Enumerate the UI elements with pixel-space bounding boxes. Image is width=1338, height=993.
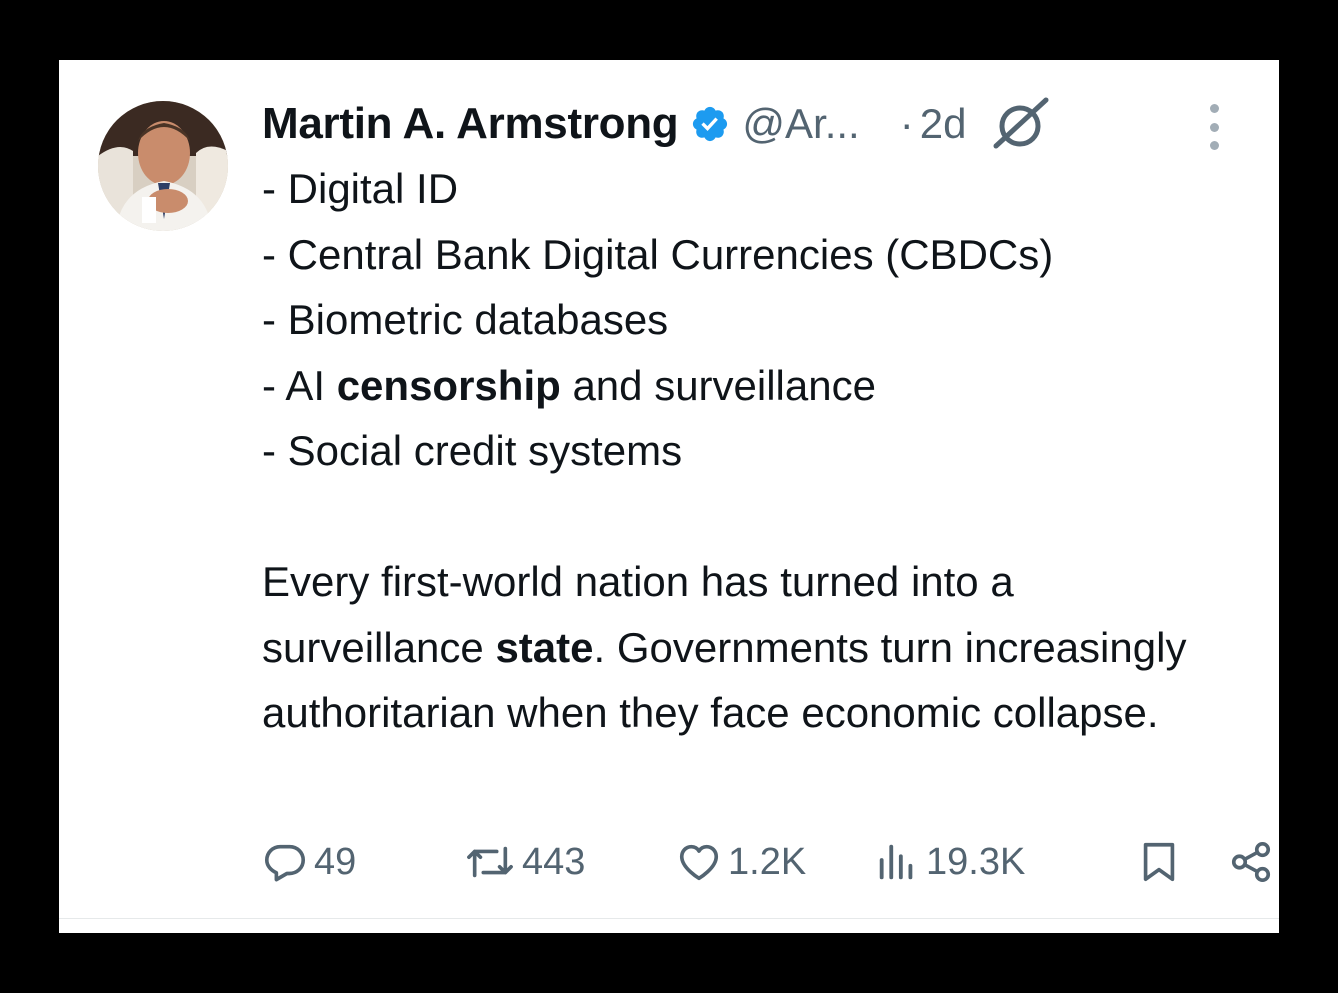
bold-word: state <box>495 623 594 671</box>
heart-icon <box>676 839 722 885</box>
share-icon <box>1228 839 1274 885</box>
share-button[interactable] <box>1228 835 1274 889</box>
repost-count: 443 <box>522 840 586 883</box>
bold-word: censorship <box>336 361 561 409</box>
like-count: 1.2K <box>728 840 807 883</box>
list-item-prefix: - AI <box>262 361 337 409</box>
separator-dot: · <box>899 100 914 147</box>
paragraph: Every first-world nation has turned into… <box>262 549 1222 746</box>
reply-count: 49 <box>314 840 357 883</box>
list-item: - Biometric databases <box>262 296 669 343</box>
repost-button[interactable]: 443 <box>464 835 585 889</box>
views-button[interactable]: 19.3K <box>874 835 1025 889</box>
list-item: - Digital ID <box>262 165 459 212</box>
list-item-suffix: and surveillance <box>560 361 876 409</box>
divider <box>59 918 1279 919</box>
more-options-icon[interactable] <box>1199 104 1229 150</box>
views-count: 19.3K <box>926 840 1026 883</box>
tweet-header: Martin A. Armstrong @Ar... · 2d <box>262 96 1050 152</box>
tweet-text: - Digital ID - Central Bank Digital Curr… <box>262 156 1222 746</box>
grok-icon[interactable] <box>990 94 1050 154</box>
reply-button[interactable]: 49 <box>262 835 356 889</box>
reply-icon <box>262 839 308 885</box>
like-button[interactable]: 1.2K <box>676 835 806 889</box>
list-item: - Central Bank Digital Currencies (CBDCs… <box>262 230 1054 278</box>
views-icon <box>874 839 920 885</box>
author-handle[interactable]: @Ar... <box>742 100 859 148</box>
list-item: - Social credit systems <box>262 427 683 474</box>
verified-badge-icon[interactable] <box>690 104 730 144</box>
list-item: - AI censorship and surveillance <box>262 353 1222 419</box>
avatar[interactable] <box>98 101 228 231</box>
bookmark-icon <box>1136 839 1182 885</box>
repost-icon <box>464 839 516 885</box>
bookmark-button[interactable] <box>1136 835 1182 889</box>
author-name[interactable]: Martin A. Armstrong <box>262 99 679 149</box>
action-bar: 49 443 1.2K 19.3K <box>262 835 1271 889</box>
tweet-card[interactable]: Martin A. Armstrong @Ar... · 2d - Digita… <box>59 60 1279 933</box>
timestamp[interactable]: 2d <box>920 100 967 148</box>
